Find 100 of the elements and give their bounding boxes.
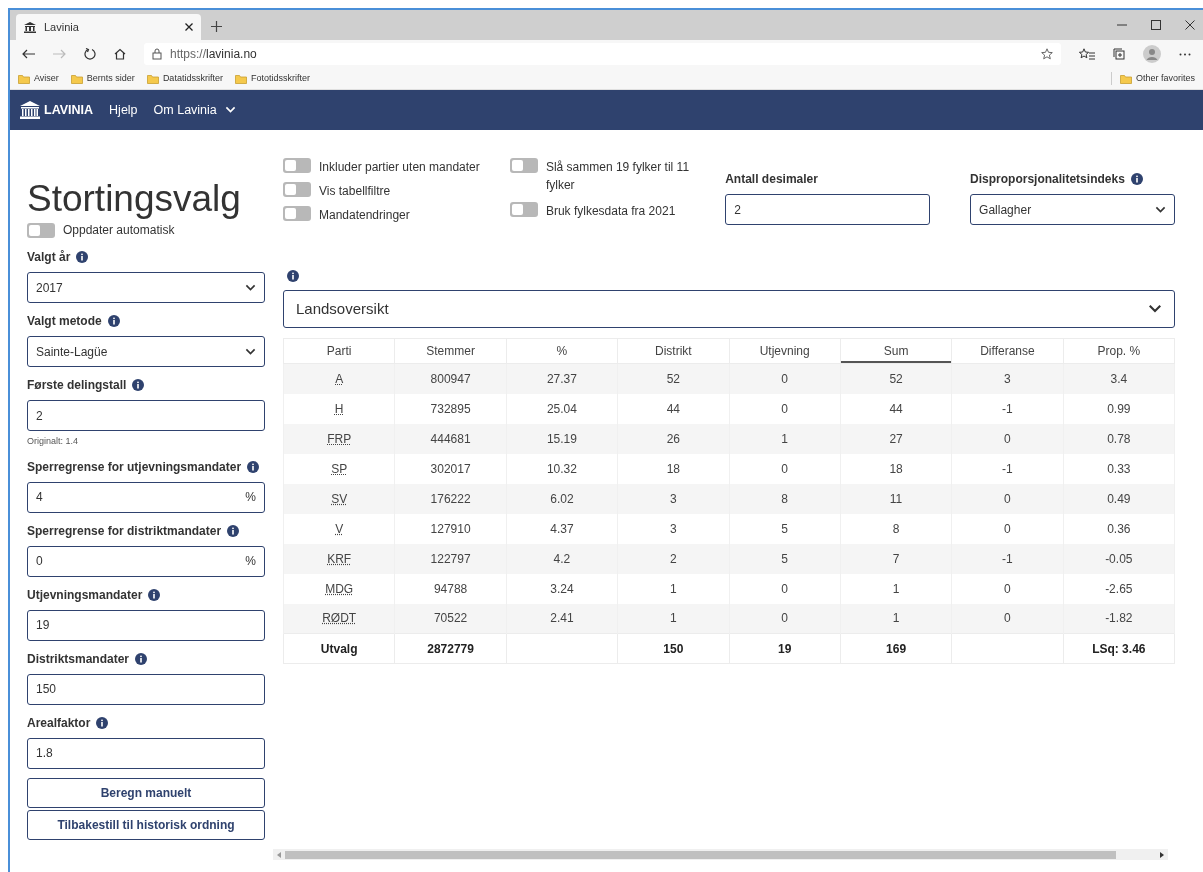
field-label: Antall desimaler [725,171,818,188]
field-label: Disproporsjonalitetsindeks [970,171,1125,188]
field-label: Arealfaktor [27,714,91,732]
input-field[interactable]: 0 % [27,545,265,577]
toggle-label: Bruk fylkesdata fra 2021 [545,203,676,220]
brand-link[interactable]: LAVINIA [20,100,94,120]
table-cell: 800947 [430,371,471,386]
input-field[interactable]: 4 % [27,481,265,513]
table-cell: 0.49 [1107,491,1131,506]
nav-link-item[interactable]: Hjelp [109,100,138,120]
action-button[interactable]: Beregn manuelt [27,777,265,808]
table-cell: -1 [1002,401,1013,416]
table-cell: 3.4 [1110,371,1128,386]
table-cell: 0 [1004,491,1011,506]
table-cell: 4.2 [553,551,571,566]
unit-label: % [245,489,256,506]
table-cell: 26 [666,431,680,446]
table-cell: -0.05 [1105,551,1133,566]
party-abbreviation: RØDT [322,611,357,626]
toggle-label: Vis tabellfiltre [319,183,391,200]
input-field[interactable]: 19 [27,609,265,641]
table-cell: 3 [1004,371,1011,386]
table-cell: -1 [1002,551,1013,566]
dropdown-select[interactable]: Sainte-Lagüe [27,336,265,367]
table-cell: 0 [781,401,789,416]
table-cell: 1 [669,611,677,626]
column-header[interactable]: Parti [283,338,395,364]
field-label: Valgt år [27,249,71,266]
table-cell: 10.32 [546,461,577,476]
table-cell: 5 [781,551,789,566]
page-title: Stortingsvalg [27,180,242,217]
table-cell: 0.99 [1107,401,1131,416]
table-cell: 302017 [430,461,471,476]
field-label: Distriktsmandater [27,650,130,668]
input-field[interactable]: 2 [27,400,265,431]
table-cell: 444681 [430,431,471,446]
total-cell: Utvalg [320,641,358,656]
bookmark[interactable]: Bernts sider [70,71,135,86]
table-cell: 52 [889,371,903,386]
column-header[interactable]: % [506,338,618,364]
table-cell: 0 [781,461,789,476]
bookmark[interactable]: Fototidsskrifter [234,71,310,86]
column-header[interactable]: Stemmer [394,338,507,364]
table-cell: 25.04 [546,401,577,416]
table-cell: 3 [669,491,677,506]
table-cell: 52 [666,371,680,386]
table-cell: 7 [892,551,900,566]
table-cell: 127910 [430,521,471,536]
table-cell: 0 [1004,521,1011,536]
table-cell: 27.37 [546,371,577,386]
table-cell: 5 [781,521,789,536]
table-cell: 0 [1004,611,1011,626]
table-cell: 6.02 [550,491,574,506]
table-cell: 18 [666,461,680,476]
table-cell: 0 [781,611,789,626]
toggle-label: Slå sammen 19 fylker til 11 fylker [545,159,691,194]
unit-label: % [245,553,256,570]
input-field[interactable]: 2 [725,194,931,225]
table-cell: 4.37 [550,521,574,536]
browser-tab[interactable]: Lavinia [16,14,201,40]
bookmark[interactable]: Other favorites [1110,71,1195,86]
bookmark[interactable]: Datatidsskrifter [146,71,223,86]
address-bar[interactable]: https://lavinia.no [144,43,1061,65]
nav-link-item[interactable]: Om Lavinia [153,100,236,120]
column-header[interactable]: Differanse [951,338,1064,364]
table-cell: 18 [889,461,903,476]
party-abbreviation: A [335,371,344,386]
table-cell: 70522 [433,611,468,626]
party-abbreviation: SP [331,461,348,476]
field-note: Originalt: 1.4 [27,435,80,448]
field-label: Sperregrense for utjevningsmandater [27,458,242,476]
dropdown-select[interactable]: Gallagher [970,194,1175,225]
table-cell: 122797 [430,551,471,566]
table-cell: 1 [892,581,900,596]
field-label: Første delingstall [27,377,127,394]
input-field[interactable]: 150 [27,673,265,705]
party-abbreviation: H [334,401,344,416]
field-label: Utjevningsmandater [27,586,143,604]
table-cell: 11 [889,491,903,506]
column-header[interactable]: Utjevning [729,338,841,364]
region-select[interactable]: Landsoversikt [283,290,1175,328]
column-header[interactable]: Prop. % [1063,338,1175,364]
total-cell: 169 [886,641,907,656]
input-field[interactable]: 1.8 [27,737,265,769]
dropdown-select[interactable]: 2017 [27,272,265,303]
field-label: Sperregrense for distriktmandater [27,522,222,540]
party-abbreviation: FRP [327,431,352,446]
column-header[interactable]: Distrikt [617,338,729,364]
table-cell: 176222 [430,491,471,506]
table-cell: -1 [1002,461,1013,476]
table-cell: 0 [1004,431,1011,446]
column-header[interactable]: Sum [840,338,952,364]
table-cell: 2 [669,551,677,566]
table-cell: 3.24 [550,581,574,596]
bookmark[interactable]: Aviser [18,71,59,86]
table-cell: -1.82 [1105,611,1133,626]
table-cell: 94788 [433,581,468,596]
total-cell: LSq: 3.46 [1092,641,1146,656]
table-cell: 27 [889,431,903,446]
action-button[interactable]: Tilbakestill til historisk ordning [27,809,265,840]
